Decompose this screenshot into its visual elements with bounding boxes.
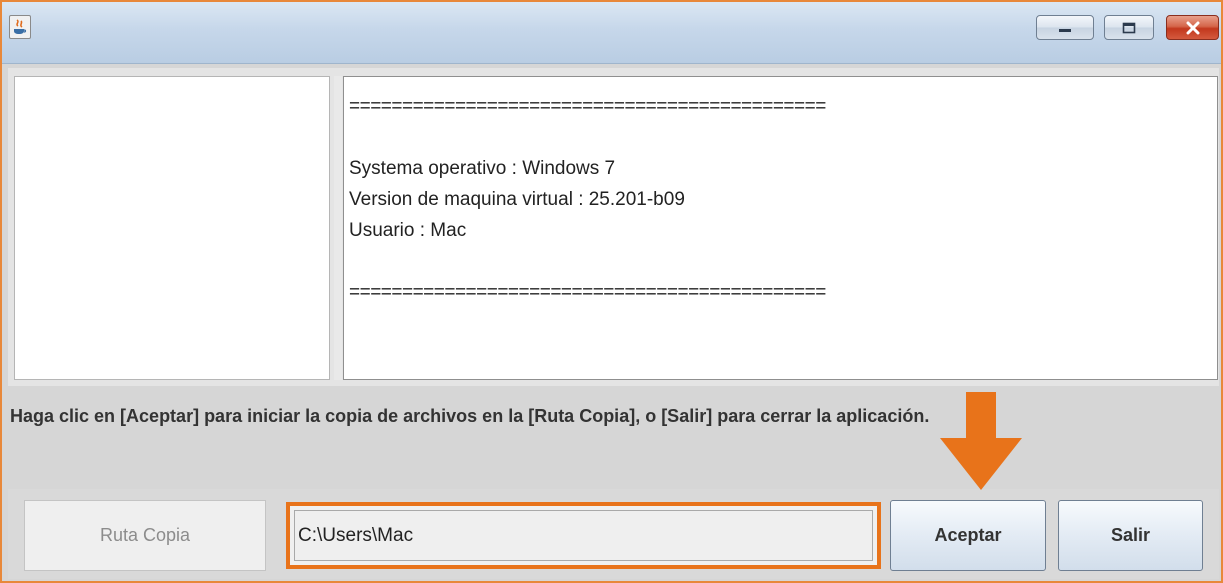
close-button[interactable] (1166, 15, 1219, 40)
salir-button[interactable]: Salir (1058, 500, 1203, 571)
vm-version-info: Version de maquina virtual : 25.201-b09 (349, 189, 685, 210)
app-window: ========================================… (0, 0, 1223, 583)
close-icon (1186, 21, 1199, 34)
java-app-icon[interactable] (9, 15, 31, 39)
maximize-button[interactable] (1104, 15, 1154, 40)
user-info: Usuario : Mac (349, 220, 467, 241)
ruta-copia-button[interactable]: Ruta Copia (24, 500, 266, 571)
content-area: ========================================… (8, 68, 1219, 386)
os-info: Systema operativo : Windows 7 (349, 158, 616, 179)
minimize-icon (1059, 28, 1071, 32)
path-input[interactable]: C:\Users\Mac (294, 510, 873, 561)
split-pane-divider[interactable] (334, 76, 342, 380)
bottom-toolbar: Ruta Copia C:\Users\Mac Aceptar Salir (8, 489, 1219, 579)
left-list-pane[interactable] (14, 76, 330, 380)
separator-line-bottom: ========================================… (349, 282, 826, 303)
title-bar (2, 2, 1221, 64)
instruction-message: Haga clic en [Aceptar] para iniciar la c… (10, 406, 930, 426)
aceptar-button[interactable]: Aceptar (890, 500, 1046, 571)
path-highlight: C:\Users\Mac (286, 502, 881, 569)
minimize-button[interactable] (1036, 15, 1094, 40)
info-text-area[interactable]: ========================================… (343, 76, 1218, 380)
separator-line-top: ========================================… (349, 96, 826, 117)
maximize-icon (1122, 22, 1136, 33)
down-arrow-annotation (940, 392, 1022, 490)
